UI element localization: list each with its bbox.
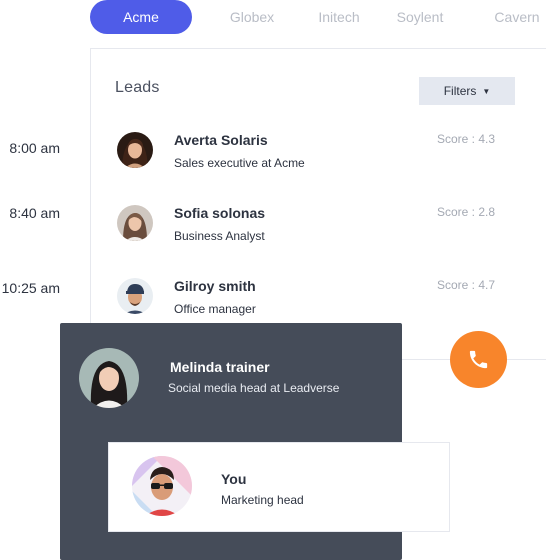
tab-soylent[interactable]: Soylent <box>384 0 456 34</box>
filters-button[interactable]: Filters ▼ <box>419 77 515 105</box>
tab-initech[interactable]: Initech <box>304 0 374 34</box>
lead-role: Office manager <box>174 302 256 316</box>
you-role: Marketing head <box>221 493 304 507</box>
leads-title: Leads <box>115 79 160 96</box>
caret-down-icon: ▼ <box>482 87 491 96</box>
caller-avatar <box>79 348 139 408</box>
tab-globex[interactable]: Globex <box>216 0 288 34</box>
lead-item[interactable]: Gilroy smith Office manager Score : 4.7 <box>117 278 517 318</box>
lead-name: Sofia solonas <box>174 205 266 221</box>
lead-role: Sales executive at Acme <box>174 156 305 170</box>
tab-acme[interactable]: Acme <box>90 0 192 34</box>
lead-avatar <box>117 205 153 241</box>
you-avatar <box>132 456 192 516</box>
caller-name: Melinda trainer <box>170 359 270 375</box>
lead-avatar <box>117 278 153 314</box>
lead-score: Score : 4.7 <box>437 278 496 292</box>
time-label: 8:40 am <box>9 205 60 221</box>
phone-icon <box>469 350 488 369</box>
time-label: 10:25 am <box>1 280 60 296</box>
time-label: 8:00 am <box>9 140 60 156</box>
call-button[interactable] <box>450 331 507 388</box>
lead-item[interactable]: Averta Solaris Sales executive at Acme S… <box>117 132 517 172</box>
you-name: You <box>221 471 247 487</box>
lead-role: Business Analyst <box>174 229 265 243</box>
lead-score: Score : 4.3 <box>437 132 496 146</box>
lead-avatar <box>117 132 153 168</box>
leads-card: Leads Filters ▼ Averta Solaris Sales exec… <box>90 48 546 360</box>
you-card: You Marketing head <box>108 442 450 532</box>
caller-role: Social media head at Leadverse <box>168 381 340 395</box>
lead-item[interactable]: Sofia solonas Business Analyst Score : 2… <box>117 205 517 245</box>
company-tabs: Acme Globex Initech Soylent Cavern <box>0 0 546 36</box>
lead-name: Gilroy smith <box>174 278 256 294</box>
tab-cavern[interactable]: Cavern <box>484 0 546 34</box>
filters-label: Filters <box>443 84 477 98</box>
lead-name: Averta Solaris <box>174 132 268 148</box>
lead-score: Score : 2.8 <box>437 205 496 219</box>
